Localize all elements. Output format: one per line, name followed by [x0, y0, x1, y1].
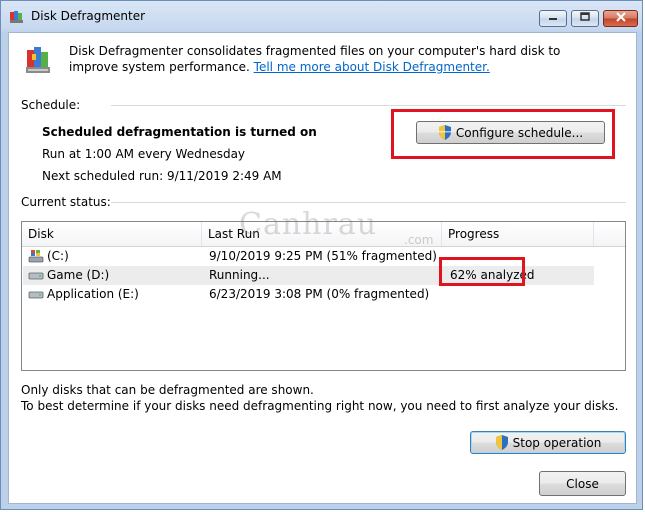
- disk-defragmenter-window: Disk Defragmenter Disk Defragmenter cons…: [0, 0, 643, 510]
- maximize-button[interactable]: [571, 10, 599, 27]
- hard-drive-icon: [28, 287, 44, 301]
- minimize-button[interactable]: [539, 10, 567, 27]
- close-icon: [615, 12, 626, 25]
- schedule-section-label: Schedule:: [21, 98, 81, 112]
- schedule-divider: [111, 105, 626, 106]
- close-button[interactable]: Close: [539, 471, 626, 496]
- defragmenter-logo-icon: [24, 44, 56, 76]
- schedule-status: Scheduled defragmentation is turned on: [42, 125, 317, 139]
- stop-operation-label: Stop operation: [512, 435, 602, 450]
- stop-operation-button[interactable]: Stop operation: [470, 431, 626, 454]
- title-bar[interactable]: Disk Defragmenter: [1, 1, 642, 31]
- disk-last-run: 9/10/2019 9:25 PM (51% fragmented): [209, 249, 437, 263]
- disk-name: (C:): [47, 249, 69, 263]
- maximize-icon: [580, 12, 590, 25]
- learn-more-link[interactable]: Tell me more about Disk Defragmenter.: [254, 60, 490, 74]
- configure-highlight-box: [391, 109, 615, 159]
- disk-last-run: Running...: [209, 268, 270, 282]
- window-title: Disk Defragmenter: [31, 9, 146, 23]
- watermark-suffix: .com: [404, 233, 434, 247]
- disk-list[interactable]: Disk Last Run Progress (C:) 9/10/2019 9:…: [21, 221, 626, 371]
- minimize-icon: [548, 12, 558, 25]
- status-divider: [111, 202, 626, 203]
- disk-last-run: 6/23/2019 3:08 PM (0% fragmented): [209, 287, 430, 301]
- schedule-next-run: Next scheduled run: 9/11/2019 2:49 AM: [42, 169, 282, 183]
- schedule-run-at: Run at 1:00 AM every Wednesday: [42, 147, 246, 161]
- uac-shield-icon: [495, 435, 509, 450]
- disk-name: Game (D:): [47, 268, 110, 282]
- disk-row[interactable]: Application (E:) 6/23/2019 3:08 PM (0% f…: [23, 285, 594, 304]
- column-header-progress[interactable]: Progress: [442, 222, 594, 246]
- footer-note-analyze: To best determine if your disks need def…: [21, 399, 619, 413]
- column-header-disk[interactable]: Disk: [22, 222, 202, 246]
- hard-drive-icon: [28, 268, 44, 282]
- progress-highlight-box: [439, 257, 525, 286]
- intro-text: Disk Defragmenter consolidates fragmente…: [69, 43, 609, 75]
- defragmenter-app-icon: [9, 9, 25, 25]
- disk-name: Application (E:): [47, 287, 139, 301]
- close-button-label: Close: [566, 476, 599, 491]
- close-window-button[interactable]: [603, 10, 638, 27]
- current-status-label: Current status:: [21, 195, 111, 209]
- windows-drive-icon: [28, 249, 44, 263]
- watermark-text: Canhrau: [239, 207, 378, 242]
- footer-note-shown-disks: Only disks that can be defragmented are …: [21, 383, 314, 397]
